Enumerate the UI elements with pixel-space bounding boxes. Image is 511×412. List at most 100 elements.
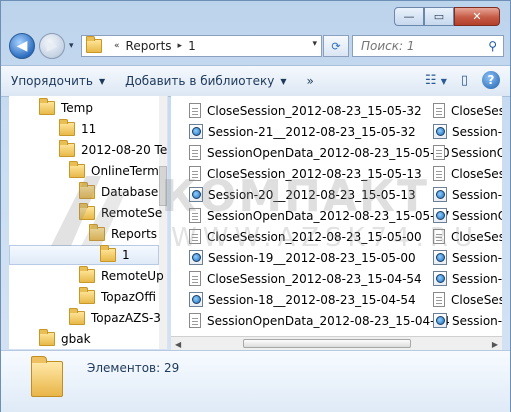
recent-pages-dropdown[interactable]: ▾ [69, 41, 74, 51]
file-item[interactable]: CloseSess [433, 226, 502, 247]
address-bar[interactable]: « Reports ▸ 1 ▾ [81, 35, 322, 57]
back-button[interactable]: ◀ [9, 33, 35, 59]
tree-item[interactable]: RemoteSe [79, 203, 162, 223]
file-item[interactable]: CloseSess [433, 100, 502, 121]
file-name: CloseSess [451, 166, 502, 181]
tree-item-label: RemoteUp [101, 269, 164, 283]
tree-item[interactable]: Temp [39, 98, 93, 118]
file-item[interactable]: SessionOpenData_2012-08-23_15-04-54 [189, 310, 450, 331]
file-item[interactable]: CloseSession_2012-08-23_15-05-32 [189, 100, 422, 121]
folder-icon [69, 308, 85, 325]
tree-item-label: TopazOffi [101, 290, 156, 304]
tree-item-label: 11 [81, 122, 97, 136]
scroll-left-icon[interactable]: ◀ [175, 340, 181, 349]
file-item[interactable]: Session-14 [433, 310, 502, 331]
minimize-button[interactable]: — [394, 7, 424, 26]
file-name: CloseSess [451, 292, 502, 307]
tree-item[interactable]: TopazOffi [79, 287, 156, 307]
file-item[interactable]: CloseSess [433, 289, 502, 310]
back-arrow-icon: ◀ [16, 38, 28, 54]
log-file-icon [433, 187, 447, 202]
preview-pane-icon: ▯ [460, 72, 468, 88]
tree-item[interactable]: Reports [89, 224, 157, 244]
file-name: Session-21__2012-08-23_15-05-32 [208, 124, 416, 139]
add-to-library-button[interactable]: Добавить в библиотеку ▼ [115, 74, 296, 88]
more-commands-button[interactable]: » [297, 74, 324, 88]
file-item[interactable]: CloseSession_2012-08-23_15-05-00 [189, 226, 422, 247]
document-icon [433, 103, 445, 118]
document-icon [189, 166, 201, 181]
address-overflow[interactable]: « [114, 41, 120, 51]
details-pane: Элементов: 29 [1, 350, 510, 412]
tree-item[interactable]: OnlineTerm [69, 161, 159, 181]
scrollbar-thumb[interactable] [159, 166, 167, 206]
views-icon: ☷ [424, 72, 437, 88]
tree-item-label: gbak [61, 332, 91, 346]
tree-item-label: Reports [111, 227, 158, 241]
file-name: Session-17 [452, 124, 502, 139]
file-name: Session-15 [452, 250, 502, 265]
file-item[interactable]: Session-17 [433, 121, 502, 142]
log-file-icon [433, 124, 447, 139]
file-item[interactable]: Session-19__2012-08-23_15-05-00 [189, 247, 416, 268]
file-name: Session-16 [452, 187, 502, 202]
document-icon [189, 208, 201, 223]
file-item[interactable]: SessionOpenData_2012-08-23_15-05-07 [189, 205, 450, 226]
tree-item[interactable]: RemoteUp [79, 266, 164, 286]
navigation-bar: ◀ ▶ ▾ « Reports ▸ 1 ▾ ⟳ ⚲ [9, 33, 504, 61]
file-name: SessionOpenData_2012-08-23_15-05-20 [207, 145, 450, 160]
tree-item[interactable]: Database [79, 182, 158, 202]
refresh-button[interactable]: ⟳ [323, 35, 349, 57]
file-item[interactable]: Session-16 [433, 184, 502, 205]
log-file-icon [189, 250, 203, 265]
file-item[interactable]: Session-13 [433, 268, 502, 289]
search-input[interactable] [359, 38, 503, 54]
preview-pane-button[interactable]: ▯ [461, 73, 468, 88]
toolbar-right: ☷ ▼ ▯ ? [425, 71, 500, 89]
caret-down-icon: ▼ [440, 76, 447, 86]
forward-button[interactable]: ▶ [39, 33, 65, 59]
horizontal-scrollbar[interactable]: ◀ ▶ [171, 336, 502, 351]
file-item[interactable]: SessionOpenData_2012-08-23_15-05-20 [189, 142, 450, 163]
document-icon [189, 313, 201, 328]
tree-item[interactable]: 2012-08-20 Te [59, 140, 167, 160]
log-file-icon [433, 271, 447, 286]
tree-item[interactable]: TopazAZS-3 [69, 308, 161, 328]
file-name: Session-20__2012-08-23_15-05-13 [208, 187, 416, 202]
breadcrumb-reports[interactable]: Reports [126, 39, 172, 53]
close-button[interactable]: ✕ [454, 7, 500, 26]
change-view-button[interactable]: ☷ ▼ [425, 73, 447, 88]
more-icon: » [306, 74, 314, 88]
search-icon[interactable]: ⚲ [488, 39, 497, 53]
help-button[interactable]: ? [482, 71, 500, 89]
file-item[interactable]: Session-20__2012-08-23_15-05-13 [189, 184, 416, 205]
file-item[interactable]: CloseSess [433, 163, 502, 184]
breadcrumb-1[interactable]: 1 [188, 39, 196, 53]
file-item[interactable]: Session-18__2012-08-23_15-04-54 [189, 289, 416, 310]
scrollbar-thumb[interactable] [243, 339, 411, 348]
log-file-icon [189, 187, 203, 202]
help-icon: ? [487, 73, 495, 87]
chevron-right-icon[interactable]: ▸ [178, 41, 183, 51]
file-name: CloseSession_2012-08-23_15-05-00 [207, 229, 422, 244]
tree-item[interactable]: 1 [9, 245, 159, 265]
folder-icon [31, 356, 63, 397]
maximize-button[interactable]: ▭ [424, 7, 454, 26]
address-dropdown[interactable]: ▾ [312, 39, 317, 49]
file-item[interactable]: CloseSession_2012-08-23_15-04-54 [189, 268, 422, 289]
log-file-icon [433, 208, 447, 223]
navigation-pane: Temp 11 2012-08-20 Te OnlineTerm Database Rem… [9, 96, 168, 349]
file-item[interactable]: SessionOp [433, 205, 502, 226]
folder-icon [79, 287, 95, 304]
document-icon [189, 271, 201, 286]
file-item[interactable]: SessionOp [433, 142, 502, 163]
tree-item[interactable]: 11 [59, 119, 96, 139]
caret-down-icon: ▼ [98, 76, 106, 86]
file-item[interactable]: CloseSession_2012-08-23_15-05-13 [189, 163, 422, 184]
file-item[interactable]: Session-15 [433, 247, 502, 268]
tree-item[interactable]: gbak [39, 329, 91, 349]
scroll-right-icon[interactable]: ▶ [492, 340, 498, 349]
search-box[interactable]: ⚲ [352, 35, 504, 57]
organize-button[interactable]: Упорядочить ▼ [1, 74, 115, 88]
file-item[interactable]: Session-21__2012-08-23_15-05-32 [189, 121, 416, 142]
